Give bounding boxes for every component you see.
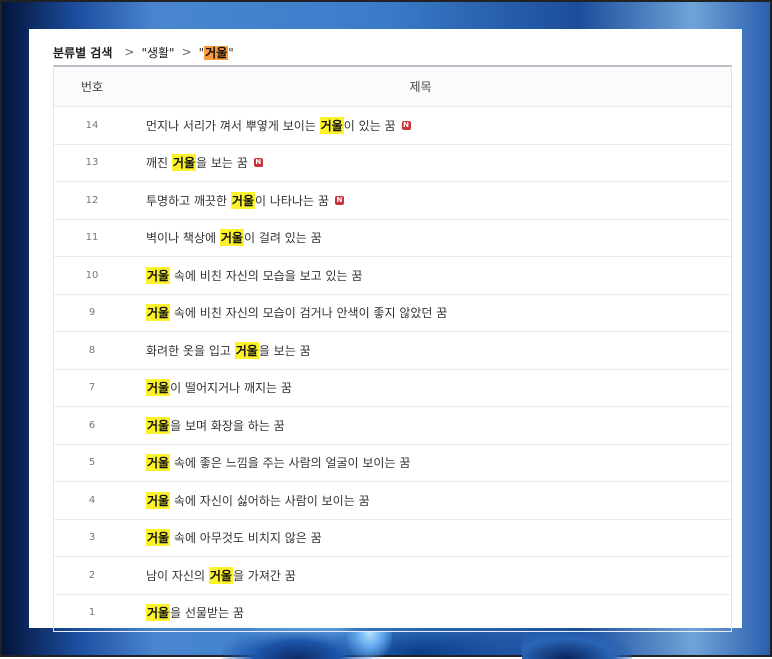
- row-number: 11: [85, 232, 99, 244]
- row-title-link[interactable]: 거울 속에 비친 자신의 모습이 검거나 안색이 좋지 않았던 꿈: [130, 304, 448, 322]
- row-number: 4: [88, 494, 96, 506]
- title-text-after: 속에 좋은 느낌을 주는 사람의 얼굴이 보이는 꿈: [170, 456, 411, 471]
- title-text-after: 을 선물받는 꿈: [170, 606, 244, 621]
- row-number: 3: [88, 532, 96, 544]
- title-text-after: 속에 비친 자신의 모습을 보고 있는 꿈: [170, 268, 363, 283]
- row-title-link[interactable]: 먼지나 서리가 껴서 뿌옇게 보이는 거울 이 있는 꿈 N: [130, 116, 411, 134]
- title-text-before: 화려한 옷을 입고: [146, 343, 235, 358]
- keyword-highlight: 거울: [319, 116, 344, 134]
- keyword-highlight: 거울: [171, 154, 196, 172]
- row-number: 1: [88, 607, 96, 619]
- breadcrumb-separator: >: [124, 45, 135, 59]
- table-header: 번호 제목: [54, 67, 731, 107]
- new-badge-icon: N: [253, 158, 263, 168]
- row-title-link[interactable]: 거울 속에 좋은 느낌을 주는 사람의 얼굴이 보이는 꿈: [130, 454, 411, 472]
- row-number: 14: [85, 119, 99, 131]
- table-row[interactable]: 1 거울 을 선물받는 꿈: [54, 595, 731, 632]
- title-text-after: 이 나타나는 꿈: [255, 193, 329, 208]
- search-results-panel: 분류별 검색 > "생활" > "거울" 번호 제목 14 먼지나 서리가 껴서 …: [29, 29, 742, 632]
- row-number: 6: [88, 419, 96, 431]
- table-row[interactable]: 6 거울 을 보며 화장을 하는 꿈: [54, 407, 731, 445]
- title-text-after: 이 떨어지거나 깨지는 꿈: [170, 381, 292, 396]
- row-title-link[interactable]: 거울 을 보며 화장을 하는 꿈: [130, 416, 285, 434]
- row-number: 9: [88, 307, 96, 319]
- row-number: 12: [85, 194, 99, 206]
- row-title-link[interactable]: 거울 속에 아무것도 비치지 않은 꿈: [130, 529, 322, 547]
- table-row[interactable]: 12 투명하고 깨끗한 거울 이 나타나는 꿈 N: [54, 182, 731, 220]
- title-text-before: 남이 자신의: [146, 568, 209, 583]
- background-flower-highlight: [347, 632, 392, 659]
- new-badge-icon: N: [401, 120, 411, 130]
- table-row[interactable]: 10 거울 속에 비친 자신의 모습을 보고 있는 꿈: [54, 257, 731, 295]
- breadcrumb-keyword: "거울": [198, 45, 234, 60]
- table-row[interactable]: 11 벽이나 책상에 거울 이 걸려 있는 꿈: [54, 220, 731, 257]
- title-text-after: 을 보며 화장을 하는 꿈: [170, 418, 285, 433]
- keyword-highlight: 거울: [146, 491, 171, 509]
- table-row[interactable]: 5 거울 속에 좋은 느낌을 주는 사람의 얼굴이 보이는 꿈: [54, 445, 731, 482]
- row-title-link[interactable]: 거울 이 떨어지거나 깨지는 꿈: [130, 379, 292, 397]
- title-text-after: 이 있는 꿈: [343, 118, 396, 133]
- title-text-after: 속에 비친 자신의 모습이 검거나 안색이 좋지 않았던 꿈: [170, 306, 448, 321]
- title-text-before: 깨진: [146, 156, 172, 171]
- breadcrumb-root[interactable]: 분류별 검색: [53, 44, 112, 61]
- table-body: 14 먼지나 서리가 껴서 뿌옇게 보이는 거울 이 있는 꿈 N 13 깨진 거울 을 보…: [54, 107, 731, 632]
- row-title-link[interactable]: 화려한 옷을 입고 거울 을 보는 꿈: [130, 341, 311, 359]
- keyword-highlight: 거울: [146, 304, 171, 322]
- title-text-after: 을 보는 꿈: [196, 156, 248, 171]
- table-row[interactable]: 9 거울 속에 비친 자신의 모습이 검거나 안색이 좋지 않았던 꿈: [54, 295, 731, 332]
- keyword-highlight: 거울: [146, 529, 171, 547]
- row-title-link[interactable]: 투명하고 깨끗한 거울 이 나타나는 꿈 N: [130, 191, 344, 209]
- row-number: 7: [88, 382, 96, 394]
- column-header-title: 제목: [409, 80, 432, 94]
- title-text-before: 먼지나 서리가 껴서 뿌옇게 보이는: [146, 118, 320, 133]
- title-text-before: 벽이나 책상에: [146, 231, 220, 246]
- keyword-highlight: 거울: [230, 191, 256, 209]
- row-title-link[interactable]: 거울 속에 비친 자신의 모습을 보고 있는 꿈: [130, 266, 363, 284]
- title-text-before: 투명하고 깨끗한: [146, 193, 231, 208]
- title-text-after: 속에 아무것도 비치지 않은 꿈: [170, 531, 322, 546]
- row-title-link[interactable]: 거울 속에 자신이 싫어하는 사람이 보이는 꿈: [130, 491, 370, 509]
- keyword-highlight: 거울: [146, 379, 171, 397]
- title-text-after: 을 가져간 꿈: [232, 568, 296, 583]
- keyword-highlight: 거울: [219, 229, 244, 247]
- title-text-after: 속에 자신이 싫어하는 사람이 보이는 꿈: [170, 493, 370, 508]
- table-row[interactable]: 7 거울 이 떨어지거나 깨지는 꿈: [54, 370, 731, 407]
- background-flower-shape-right: [522, 630, 632, 659]
- table-row[interactable]: 3 거울 속에 아무것도 비치지 않은 꿈: [54, 520, 731, 557]
- row-title-link[interactable]: 남이 자신의 거울 을 가져간 꿈: [130, 566, 296, 584]
- row-number: 2: [88, 569, 96, 581]
- row-number: 13: [85, 157, 99, 169]
- row-title-link[interactable]: 벽이나 책상에 거울 이 걸려 있는 꿈: [130, 229, 322, 247]
- table-row[interactable]: 13 깨진 거울 을 보는 꿈 N: [54, 145, 731, 182]
- row-number: 8: [88, 344, 96, 356]
- keyword-highlight: 거울: [208, 566, 233, 584]
- new-badge-icon: N: [334, 195, 344, 205]
- keyword-highlight: 거울: [234, 341, 259, 359]
- table-row[interactable]: 4 거울 속에 자신이 싫어하는 사람이 보이는 꿈: [54, 482, 731, 520]
- keyword-highlight: 거울: [146, 266, 171, 284]
- keyword-highlight: 거울: [146, 416, 171, 434]
- table-row[interactable]: 8 화려한 옷을 입고 거울 을 보는 꿈: [54, 332, 731, 370]
- results-table: 번호 제목 14 먼지나 서리가 껴서 뿌옇게 보이는 거울 이 있는 꿈 N 13 깨진…: [53, 65, 732, 632]
- table-row[interactable]: 2 남이 자신의 거울 을 가져간 꿈: [54, 557, 731, 595]
- title-text-after: 을 보는 꿈: [258, 343, 311, 358]
- title-text-after: 이 걸려 있는 꿈: [243, 231, 322, 246]
- row-number: 5: [88, 457, 96, 469]
- row-title-link[interactable]: 깨진 거울 을 보는 꿈 N: [130, 154, 263, 172]
- breadcrumb-separator: >: [181, 45, 192, 59]
- column-header-number: 번호: [80, 80, 104, 94]
- keyword-highlight: 거울: [146, 454, 171, 472]
- breadcrumb-category[interactable]: "생활": [141, 44, 174, 61]
- breadcrumb: 분류별 검색 > "생활" > "거울": [53, 43, 234, 61]
- breadcrumb-keyword-highlight: 거울: [204, 45, 229, 60]
- table-row[interactable]: 14 먼지나 서리가 껴서 뿌옇게 보이는 거울 이 있는 꿈 N: [54, 107, 731, 145]
- row-number: 10: [85, 269, 99, 281]
- keyword-highlight: 거울: [146, 604, 171, 622]
- row-title-link[interactable]: 거울 을 선물받는 꿈: [130, 604, 244, 622]
